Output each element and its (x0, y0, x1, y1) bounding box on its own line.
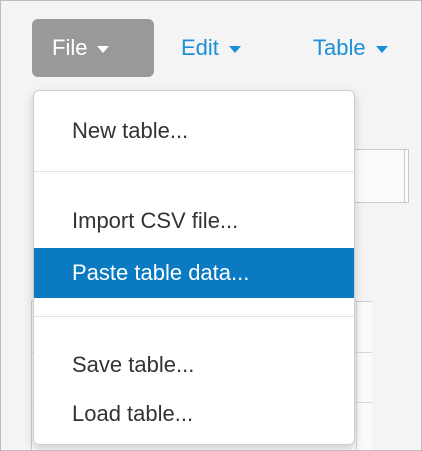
menu-item-save-table[interactable]: Save table... (34, 340, 354, 390)
edit-menu-button[interactable]: Edit (181, 19, 241, 77)
menu-item-label: Import CSV file... (72, 208, 239, 233)
chevron-down-icon (375, 45, 388, 53)
menu-item-paste-table-data[interactable]: Paste table data... (34, 248, 354, 298)
table-menu-button[interactable]: Table (313, 19, 388, 77)
app-window: B File Edit Table New table... Import CS… (0, 0, 422, 451)
menu-item-label: New table... (72, 118, 189, 143)
menu-divider (34, 171, 354, 172)
table-col-line (356, 302, 357, 450)
menu-item-label: Load table... (72, 401, 194, 426)
chevron-down-icon (97, 45, 110, 53)
chevron-down-icon (228, 45, 241, 53)
file-menu-button[interactable]: File (32, 19, 154, 77)
menubar: File Edit Table (1, 1, 421, 91)
menu-item-label: Save table... (72, 352, 195, 377)
menu-item-load-table[interactable]: Load table... (34, 389, 354, 439)
menu-divider (34, 316, 354, 317)
menu-item-import-csv[interactable]: Import CSV file... (34, 196, 354, 246)
menu-item-new-table[interactable]: New table... (34, 106, 354, 156)
toolbar-divider (404, 150, 405, 202)
file-dropdown-menu: New table... Import CSV file... Paste ta… (33, 90, 355, 445)
table-menu-label: Table (313, 35, 366, 60)
edit-menu-label: Edit (181, 35, 219, 60)
file-menu-label: File (52, 35, 88, 60)
menu-item-label: Paste table data... (72, 260, 250, 285)
